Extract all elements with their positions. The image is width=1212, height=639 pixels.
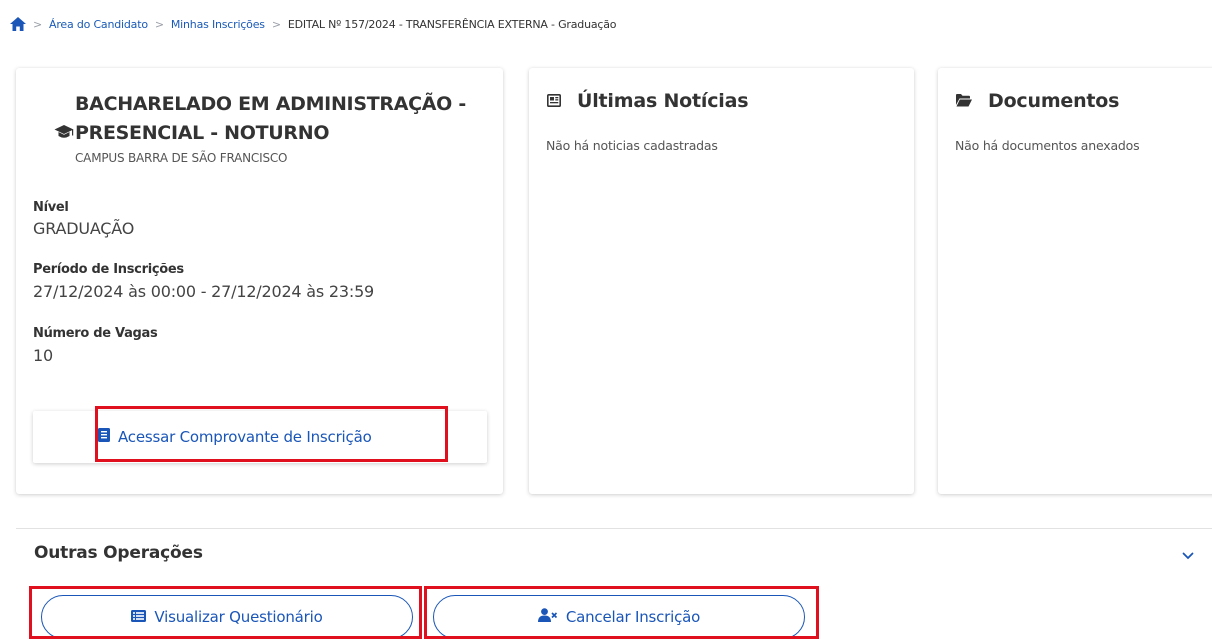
- documents-empty-message: Não há documentos anexados: [955, 138, 1140, 153]
- news-card: Últimas Notícias Não há noticias cadastr…: [529, 68, 914, 494]
- breadcrumb-separator: >: [33, 17, 43, 31]
- level-value: GRADUAÇÃO: [33, 219, 135, 238]
- period-value: 27/12/2024 às 00:00 - 27/12/2024 às 23:5…: [33, 282, 375, 301]
- newspaper-icon: [547, 92, 561, 111]
- course-title: BACHARELADO EM ADMINISTRAÇÃO - PRESENCIA…: [75, 93, 466, 144]
- documents-card: Documentos Não há documentos anexados: [938, 68, 1212, 494]
- folder-open-icon: [956, 92, 972, 111]
- vacancies-value: 10: [33, 346, 53, 365]
- level-label: Nível: [33, 200, 69, 215]
- breadcrumb-separator: >: [154, 17, 164, 31]
- news-header: Últimas Notícias: [547, 90, 749, 112]
- vacancies-label: Número de Vagas: [33, 326, 158, 341]
- list-icon: [131, 608, 147, 626]
- course-card: BACHARELADO EM ADMINISTRAÇÃO - PRESENCIA…: [16, 68, 503, 494]
- access-receipt-label: Acessar Comprovante de Inscrição: [118, 428, 372, 446]
- cancel-registration-label: Cancelar Inscrição: [565, 608, 701, 626]
- cancel-registration-button[interactable]: Cancelar Inscrição: [433, 595, 805, 639]
- receipt-icon: [98, 428, 110, 446]
- breadcrumb-separator: >: [271, 17, 281, 31]
- other-operations-title: Outras Operações: [34, 543, 203, 563]
- home-icon[interactable]: [10, 17, 26, 31]
- documents-header: Documentos: [956, 90, 1119, 112]
- news-empty-message: Não há noticias cadastradas: [546, 138, 718, 153]
- breadcrumb-current: EDITAL Nº 157/2024 - TRANSFERÊNCIA EXTER…: [287, 17, 617, 31]
- period-label: Período de Inscrições: [33, 262, 184, 277]
- view-questionnaire-label: Visualizar Questionário: [154, 608, 323, 626]
- section-divider: [16, 528, 1212, 529]
- breadcrumb-area-candidato[interactable]: Área do Candidato: [49, 18, 148, 31]
- chevron-down-icon[interactable]: [1182, 546, 1194, 560]
- course-campus: CAMPUS BARRA DE SÃO FRANCISCO: [75, 151, 288, 165]
- user-remove-icon: [537, 608, 558, 626]
- news-title: Últimas Notícias: [577, 90, 749, 112]
- graduation-cap-icon: [54, 124, 74, 140]
- receipt-panel: Acessar Comprovante de Inscrição: [33, 411, 487, 463]
- breadcrumb: > Área do Candidato > Minhas Inscrições …: [10, 14, 617, 34]
- view-questionnaire-button[interactable]: Visualizar Questionário: [41, 595, 413, 639]
- documents-title: Documentos: [988, 90, 1120, 112]
- access-receipt-button[interactable]: Acessar Comprovante de Inscrição: [98, 411, 372, 463]
- breadcrumb-minhas-inscricoes[interactable]: Minhas Inscrições: [171, 18, 265, 31]
